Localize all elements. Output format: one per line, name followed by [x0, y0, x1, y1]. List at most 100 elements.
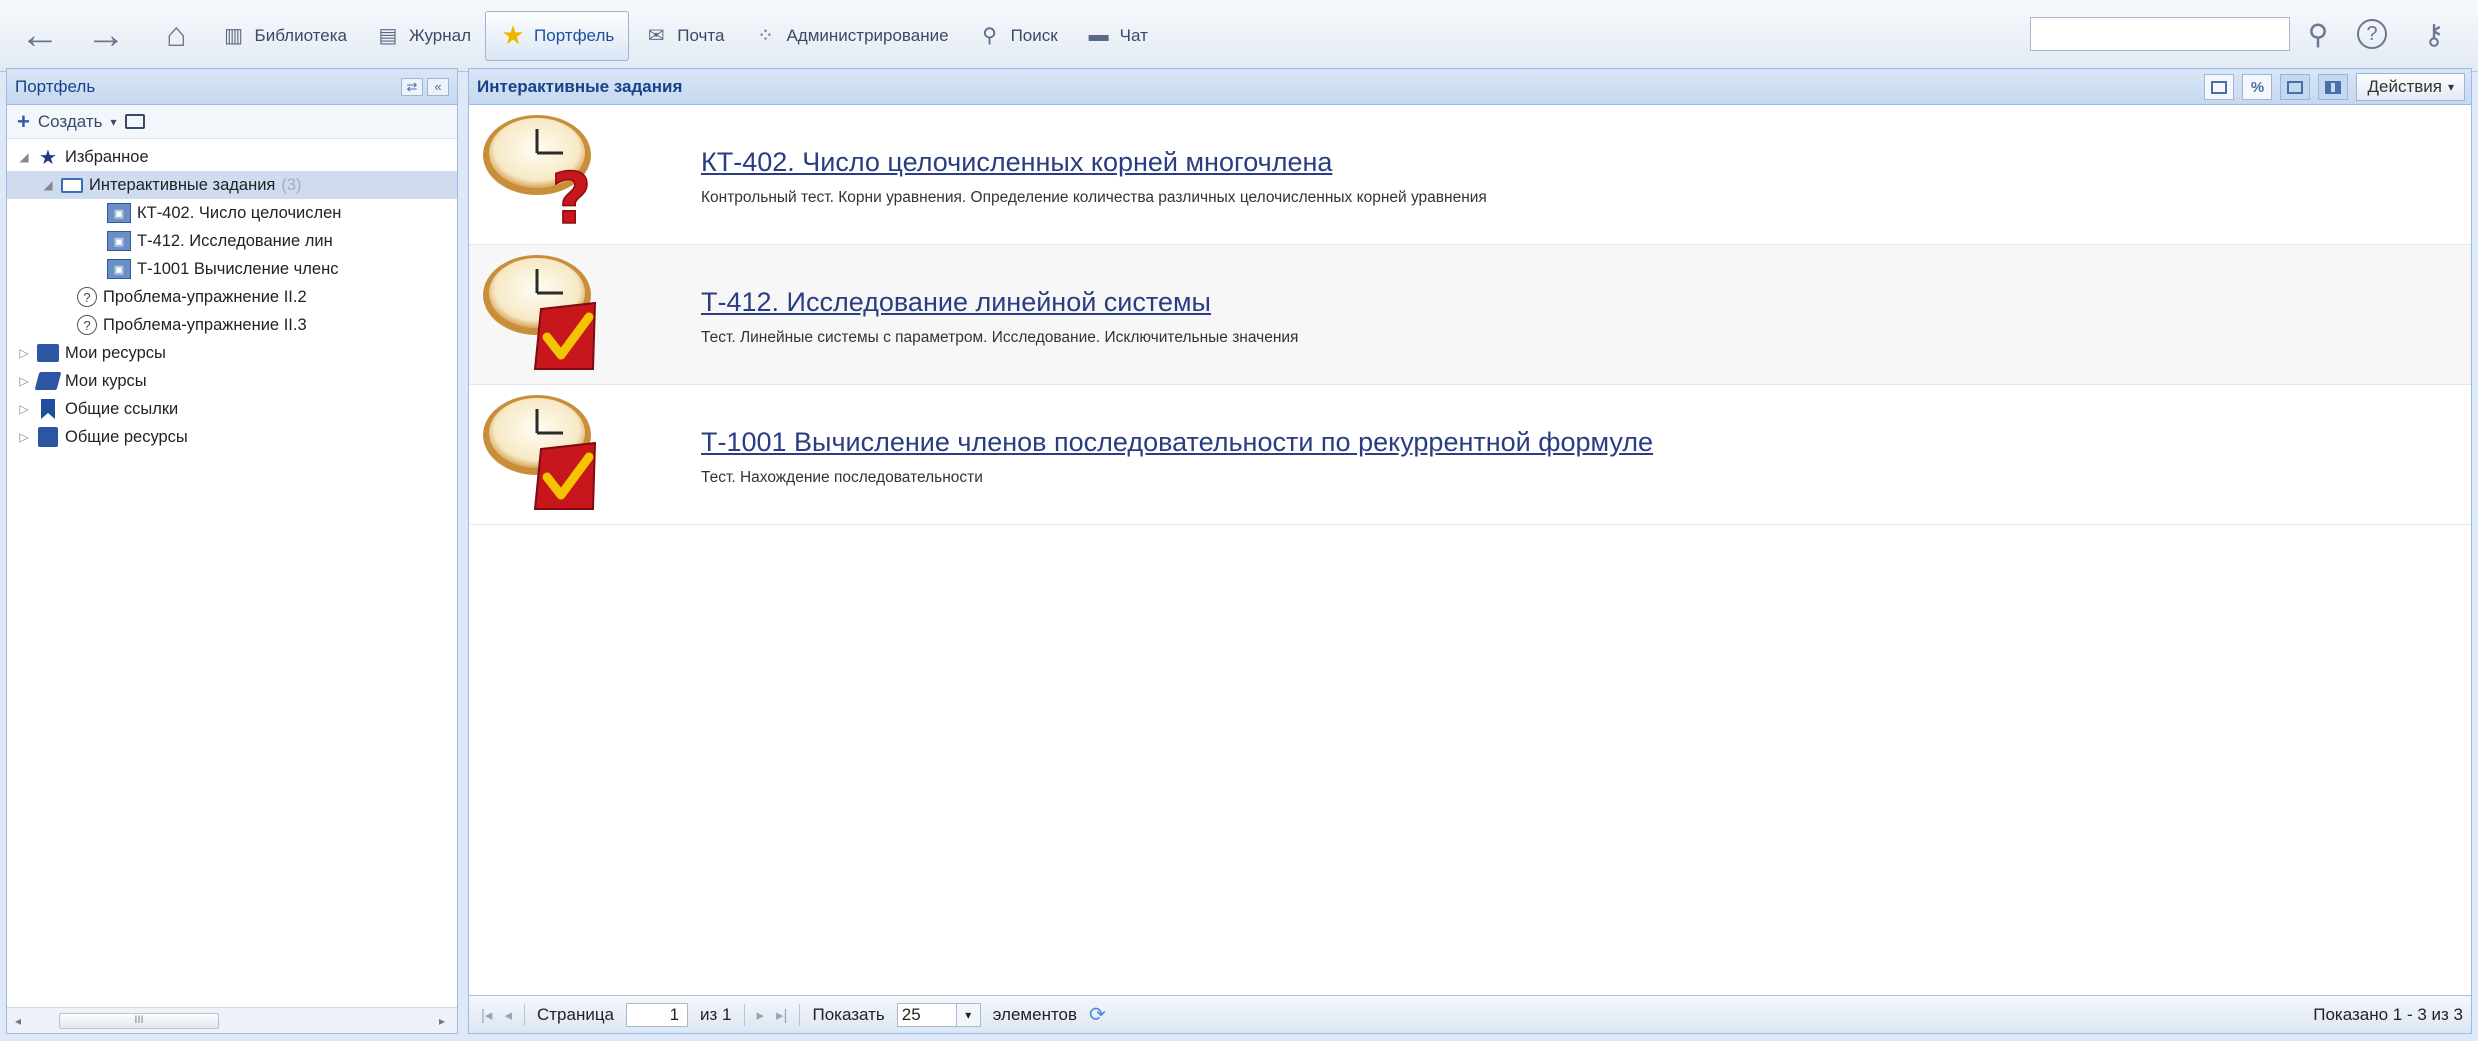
view-single-icon: [2211, 80, 2228, 94]
star-icon: ★: [501, 20, 525, 50]
last-page-icon[interactable]: ▸|: [776, 1006, 787, 1024]
nav-mail[interactable]: ✉ Почта: [629, 11, 738, 61]
scrollbar-thumb[interactable]: III: [59, 1012, 219, 1029]
help-icon[interactable]: ?: [2350, 12, 2394, 56]
nav-search-label: Поиск: [1010, 25, 1058, 45]
new-folder-icon[interactable]: [124, 114, 145, 129]
nav-journal[interactable]: ▤ Журнал: [361, 11, 485, 61]
mail-icon: ✉: [647, 25, 665, 47]
task-clock-question-icon: ?: [483, 115, 592, 231]
tree-item-label: Проблема-упражнение II.2: [103, 287, 307, 306]
chat-icon: ▬: [1088, 24, 1109, 46]
view-tiles-button[interactable]: %: [2242, 74, 2273, 100]
tree-item-interactive-tasks[interactable]: ◢ Интерактивные задания (3): [7, 171, 457, 199]
tree-item-kt402[interactable]: ▣ КТ-402. Число целочислен: [7, 199, 457, 227]
tree-item-label: Мои курсы: [65, 371, 147, 390]
tree-item-t412[interactable]: ▣ Т-412. Исследование лин: [7, 227, 457, 255]
help-icon: ?: [77, 287, 97, 307]
page-number-input[interactable]: 1: [626, 1002, 689, 1027]
tree-item-label: Избранное: [65, 147, 149, 166]
page-label: Страница: [536, 1004, 615, 1024]
chevron-down-icon[interactable]: ▾: [110, 115, 116, 129]
refresh-icon[interactable]: ⟳: [1089, 1002, 1106, 1027]
create-button[interactable]: Создать: [38, 112, 103, 132]
portfolio-panel-header: Портфель ⇄ «: [7, 69, 457, 105]
view-list-button[interactable]: [2280, 74, 2311, 100]
tree-item-t1001[interactable]: ▣ Т-1001 Вычисление членс: [7, 255, 457, 283]
help-icon: ?: [77, 315, 97, 335]
tree-toggle-icon[interactable]: ▷: [17, 374, 31, 388]
tree-item-label: Интерактивные задания: [89, 175, 276, 194]
task-description: Контрольный тест. Корни уравнения. Опред…: [701, 189, 1487, 206]
task-item-t412[interactable]: Т-412. Исследование линейной системы Тес…: [469, 245, 2471, 385]
actions-label: Действия: [2367, 77, 2442, 96]
tree-toggle-icon[interactable]: ▷: [17, 402, 31, 416]
nav-chat[interactable]: ▬ Чат: [1072, 11, 1162, 61]
tree-toggle-icon[interactable]: ▷: [17, 430, 31, 444]
task-title-link[interactable]: Т-412. Исследование линейной системы: [701, 287, 1211, 318]
tree-item-label: Мои ресурсы: [65, 343, 166, 362]
separator: [799, 1003, 801, 1026]
scroll-left-icon[interactable]: ◂: [7, 1014, 29, 1028]
task-item-t1001[interactable]: Т-1001 Вычисление членов последовательно…: [469, 385, 2471, 525]
tree-item-label: Т-1001 Вычисление членс: [137, 259, 339, 278]
collapse-panel-icon[interactable]: «: [427, 77, 449, 96]
tree-item-problem-2[interactable]: ? Проблема-упражнение II.2: [7, 283, 457, 311]
task-title-link[interactable]: Т-1001 Вычисление членов последовательно…: [701, 427, 1653, 458]
view-single-button[interactable]: [2204, 74, 2235, 100]
forward-button[interactable]: →: [80, 11, 146, 61]
shown-count-text: Показано 1 - 3 из 3: [2313, 1004, 2463, 1024]
tree-item-my-courses[interactable]: ▷ Мои курсы: [7, 367, 457, 395]
test-doc-icon: ▣: [107, 259, 131, 279]
nav-chat-label: Чат: [1119, 25, 1148, 45]
nav-journal-label: Журнал: [408, 25, 472, 45]
global-search-input[interactable]: [2030, 17, 2290, 51]
home-icon: ⌂: [166, 16, 187, 54]
search-go-icon[interactable]: ⚲: [2296, 12, 2340, 56]
scroll-right-icon[interactable]: ▸: [431, 1014, 453, 1028]
shared-resources-icon: [38, 427, 58, 447]
portfolio-panel-title: Портфель: [15, 76, 96, 96]
task-item-kt402[interactable]: ? КТ-402. Число целочисленных корней мно…: [469, 105, 2471, 245]
tree-item-my-resources[interactable]: ▷ Мои ресурсы: [7, 339, 457, 367]
settings-key-icon[interactable]: ⚷: [2412, 12, 2456, 56]
tree-item-favorites[interactable]: ◢ ★ Избранное: [7, 143, 457, 171]
tree-horizontal-scrollbar[interactable]: ◂ III ▸: [7, 1007, 457, 1033]
back-button[interactable]: ←: [0, 11, 80, 61]
view-details-button[interactable]: [2318, 74, 2349, 100]
task-description: Тест. Нахождение последовательности: [701, 469, 983, 486]
nav-admin[interactable]: ⁘ Администрирование: [738, 11, 962, 61]
plus-icon: +: [17, 108, 30, 134]
tree-toggle-icon[interactable]: ◢: [17, 150, 31, 164]
page-of-label: из 1: [700, 1004, 732, 1024]
tree-item-problem-3[interactable]: ? Проблема-упражнение II.3: [7, 311, 457, 339]
chevron-down-icon[interactable]: ▾: [956, 1002, 981, 1027]
home-button[interactable]: ⌂: [146, 11, 207, 61]
nav-search[interactable]: ⚲ Поиск: [963, 11, 1072, 61]
app-window: ← → ⌂ ▥ Библиотека ▤ Журнал ★ Портфель ✉…: [0, 0, 2478, 1041]
nav-portfolio[interactable]: ★ Портфель: [485, 10, 630, 61]
tree-toggle-icon[interactable]: ▷: [17, 346, 31, 360]
tree-toggle-icon[interactable]: ◢: [41, 178, 55, 192]
tree-item-shared-resources[interactable]: ▷ Общие ресурсы: [7, 423, 457, 451]
portfolio-tree-panel: Портфель ⇄ « + Создать ▾ ◢ ★ Избранное ◢…: [6, 68, 458, 1034]
task-clock-check-icon: [483, 395, 597, 510]
tree-item-label: КТ-402. Число целочислен: [137, 203, 342, 222]
page-size-select[interactable]: 25: [896, 1002, 957, 1027]
test-doc-icon: ▣: [107, 231, 131, 251]
actions-button[interactable]: Действия ▾: [2356, 73, 2465, 101]
refresh-tree-icon[interactable]: ⇄: [401, 77, 423, 96]
next-page-icon[interactable]: ▸: [757, 1006, 765, 1024]
prev-page-icon[interactable]: ◂: [504, 1006, 512, 1024]
nav-mail-label: Почта: [677, 25, 725, 45]
tree-item-label: Т-412. Исследование лин: [137, 231, 333, 250]
task-title-link[interactable]: КТ-402. Число целочисленных корней много…: [701, 147, 1332, 178]
resources-icon: [37, 344, 59, 362]
separator: [523, 1003, 525, 1026]
first-page-icon[interactable]: |◂: [481, 1006, 492, 1024]
tree-item-shared-links[interactable]: ▷ Общие ссылки: [7, 395, 457, 423]
admin-icon: ⁘: [757, 25, 774, 47]
view-tiles-icon: %: [2250, 78, 2265, 96]
nav-library[interactable]: ▥ Библиотека: [207, 11, 361, 61]
nav-library-label: Библиотека: [254, 25, 347, 45]
